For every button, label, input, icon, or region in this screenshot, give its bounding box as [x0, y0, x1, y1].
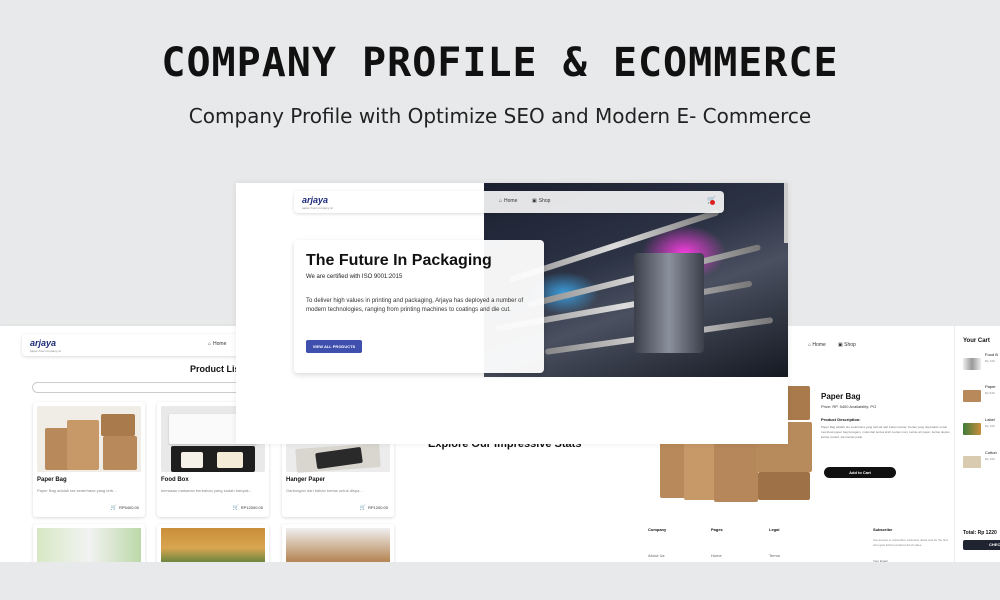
product-image [161, 528, 265, 562]
cart-sidebar: Your Cart Food B Rp 120 Paper Rp 540 Lab… [954, 326, 1000, 562]
product-price[interactable]: 🛒 RP5400.00 [111, 505, 139, 511]
footer-link-home[interactable]: Home [711, 553, 722, 558]
cart-icon[interactable]: 🛒 [707, 196, 719, 208]
cart-item-price: Rp 100 [985, 457, 995, 461]
footer-link-terms[interactable]: Terms [769, 553, 780, 558]
nav-home-label: Home [213, 341, 227, 347]
cart-item[interactable]: Paper Rp 540 [963, 384, 1000, 408]
product-card[interactable] [157, 524, 269, 562]
product-name: Food Box [161, 477, 189, 483]
cart-total: Total: Rp 1220 [963, 530, 997, 536]
product-price-value: RP1200.00 [367, 505, 388, 510]
cart-icon: 🛒 [359, 505, 366, 511]
cart-item-price: Rp 120 [985, 359, 995, 363]
nav-home-label: Home [812, 342, 826, 348]
footer-subscribe-text: Get access to subscriber exclusive deals… [873, 538, 948, 547]
hero-screenshot: arjaya paper food company id ⌂ Home ▣ Shop… [236, 183, 788, 444]
cart-item-thumb [963, 358, 981, 370]
product-card[interactable] [33, 524, 145, 562]
cart-item-thumb [963, 390, 981, 402]
nav-shop-label: Shop [538, 198, 551, 204]
nav-link-home[interactable]: ⌂ Home [208, 341, 226, 347]
product-price[interactable]: 🛒 RP12000.00 [233, 505, 263, 511]
cart-title: Your Cart [963, 338, 990, 344]
hero-navbar: arjaya paper food company id ⌂ Home ▣ Shop… [294, 191, 724, 213]
hero-card: The Future In Packaging We are certified… [294, 240, 544, 373]
cart-item-price: Rp 540 [985, 391, 995, 395]
cart-icon: 🛒 [232, 505, 239, 511]
cart-item-thumb [963, 423, 981, 435]
product-image [286, 528, 390, 562]
brand-logo-text: arjaya [302, 195, 329, 205]
shop-icon: ▣ [532, 198, 537, 204]
cart-item[interactable]: Cotton Rp 100 [963, 450, 1000, 474]
stats-screenshot [462, 444, 582, 562]
product-card-paper-bag[interactable]: Paper Bag Paper Bag adalah tas sederhana… [33, 402, 145, 517]
home-icon: ⌂ [499, 198, 503, 204]
footer-heading-company: Company [648, 527, 667, 532]
hero-certification: We are certified with ISO 9001:2015 [306, 274, 403, 280]
cart-item-name: Label [985, 417, 995, 422]
product-list-title: Product List [190, 364, 243, 374]
nav-link-home[interactable]: ⌂ Home [499, 198, 517, 204]
hero-title: The Future In Packaging [306, 252, 492, 269]
product-detail-name: Paper Bag [821, 392, 861, 401]
product-price[interactable]: 🛒 RP1200.00 [360, 505, 388, 511]
cart-item-name: Paper [985, 384, 996, 389]
product-image-paper-bag [37, 406, 141, 472]
product-description: Paper Bag adalah tas sederhana yang terb… [821, 425, 951, 439]
brand-logo-text: arjaya [30, 338, 57, 348]
brand-logo[interactable]: arjaya paper food company id [302, 195, 333, 210]
product-image [37, 528, 141, 562]
nav-link-shop[interactable]: ▣ Shop [838, 342, 856, 348]
product-desc: Paper Bag adalah tas sederhana yang terb… [37, 488, 117, 493]
footer-screenshot: Company Pages Legal Subscribe About Us H… [570, 514, 954, 563]
nav-home-label: Home [504, 198, 518, 204]
cart-item[interactable]: Food B Rp 120 [963, 352, 1000, 376]
brand-tagline: paper food company id [30, 349, 61, 353]
cart-item[interactable]: Label Rp 100 [963, 417, 1000, 441]
cart-icon: 🛒 [110, 505, 117, 511]
product-card[interactable] [282, 524, 394, 562]
brand-tagline: paper food company id [302, 206, 333, 210]
cart-item-name: Cotton [985, 450, 997, 455]
view-all-products-button[interactable]: VIEW ALL PRODUCTS [306, 340, 362, 353]
nav-link-home[interactable]: ⌂ Home [808, 342, 826, 348]
checkout-button[interactable]: CHECKOUT [963, 540, 1000, 550]
product-detail-price: Price: RP. 5400 Availability: PO [821, 404, 877, 409]
add-to-cart-button[interactable]: Add to Cart [824, 467, 896, 478]
cart-item-name: Food B [985, 352, 998, 357]
footer-heading-legal: Legal [769, 527, 780, 532]
product-name: Hanger Paper [286, 477, 326, 483]
hero-description: To deliver high values in printing and p… [306, 298, 524, 313]
product-price-value: RP5400.00 [118, 505, 139, 510]
product-description-heading: Product Description: [821, 417, 861, 422]
footer-heading-pages: Pages [711, 527, 723, 532]
product-desc: kemasan makanan berbahan yang sudah bany… [161, 488, 252, 493]
nav-link-shop[interactable]: ▣ Shop [532, 198, 550, 204]
page-headline: COMPANY PROFILE & ECOMMERCE [161, 40, 839, 86]
nav-shop-label: Shop [844, 342, 856, 348]
cart-item-price: Rp 100 [985, 424, 995, 428]
brand-logo[interactable]: arjaya paper food company id [30, 338, 61, 353]
product-price-value: RP12000.00 [240, 505, 263, 510]
footer-link-about[interactable]: About Us [648, 553, 664, 558]
footer-heading-subscribe: Subscribe [873, 527, 893, 532]
product-desc: Gantungan dari bahan kertas untuk dispa.… [286, 488, 363, 493]
bottom-strip [0, 562, 1000, 600]
page-subheadline: Company Profile with Optimize SEO and Mo… [188, 104, 812, 128]
scrollbar[interactable] [784, 183, 788, 243]
cart-badge [710, 200, 715, 205]
home-icon: ⌂ [208, 341, 212, 347]
product-name: Paper Bag [37, 477, 67, 483]
cart-item-thumb [963, 456, 981, 468]
